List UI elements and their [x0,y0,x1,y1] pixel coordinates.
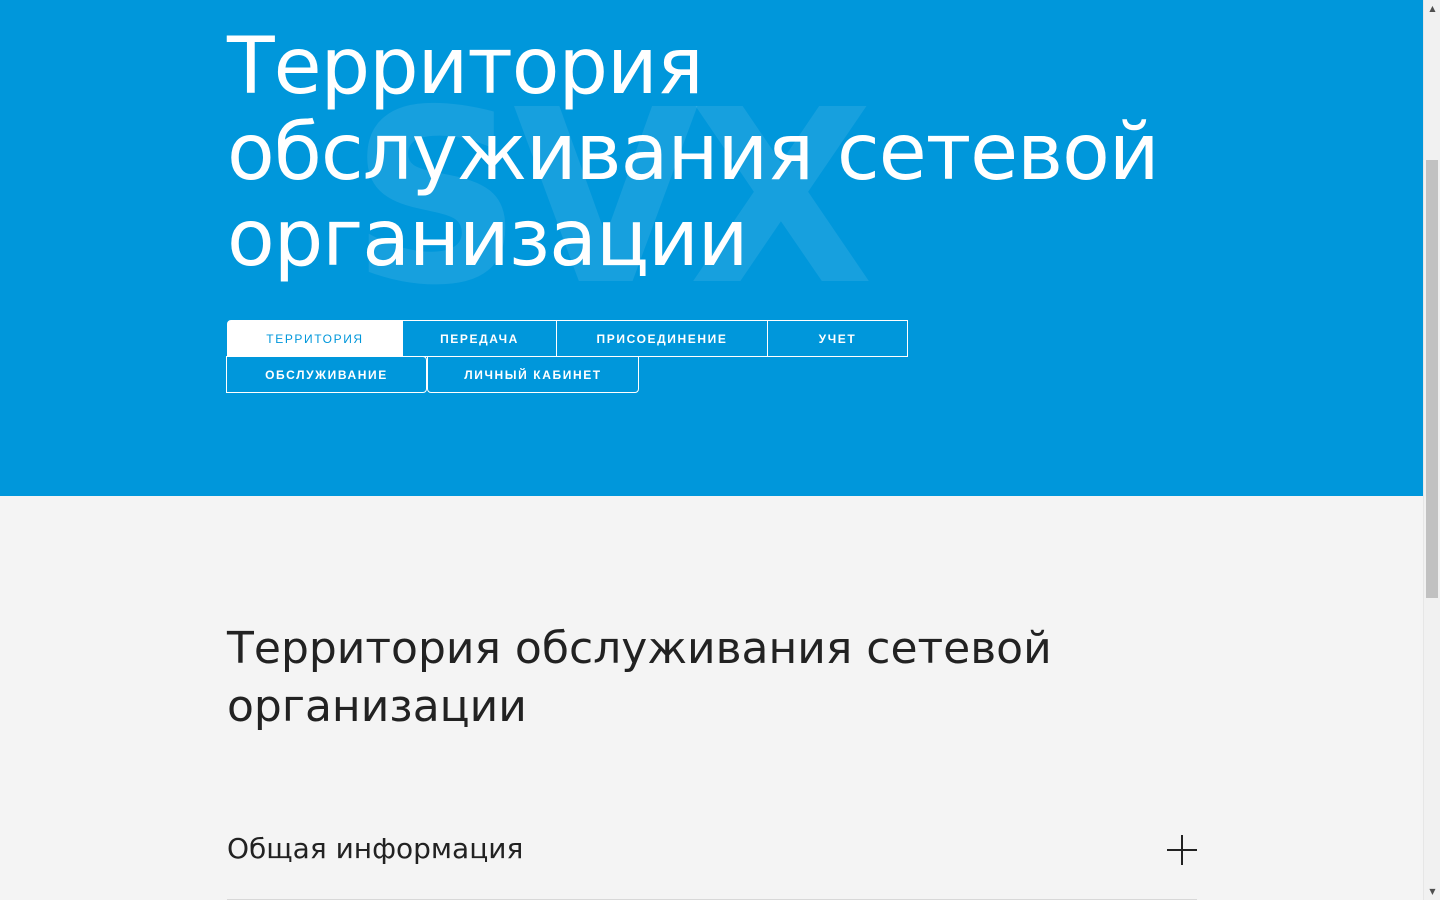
scroll-up-icon[interactable]: ▲ [1424,0,1440,17]
tab-territory[interactable]: ТЕРРИТОРИЯ [227,320,403,357]
tab-service[interactable]: ОБСЛУЖИВАНИЕ [226,356,427,393]
section-title: Территория обслуживания сетевой организа… [227,623,1052,732]
hero-title: Территория обслуживания сетевой организа… [227,22,1160,284]
section-tabs: ТЕРРИТОРИЯ ПЕРЕДАЧА ПРИСОЕДИНЕНИЕ УЧЕТ О… [226,320,1107,393]
scroll-down-icon[interactable]: ▼ [1424,883,1440,900]
tab-personal-account[interactable]: ЛИЧНЫЙ КАБИНЕТ [427,356,639,393]
tab-connection[interactable]: ПРИСОЕДИНЕНИЕ [556,320,768,357]
tab-metering[interactable]: УЧЕТ [767,320,908,357]
accordion-general-info[interactable]: Общая информация [227,818,1197,900]
plus-icon[interactable] [1167,835,1197,865]
tab-transmission[interactable]: ПЕРЕДАЧА [402,320,557,357]
scroll-thumb[interactable] [1426,160,1438,598]
scrollbar[interactable]: ▲ ▼ [1423,0,1440,900]
hero-banner: SVX Территория обслуживания сетевой орга… [0,0,1423,496]
accordion-label: Общая информация [227,832,524,865]
